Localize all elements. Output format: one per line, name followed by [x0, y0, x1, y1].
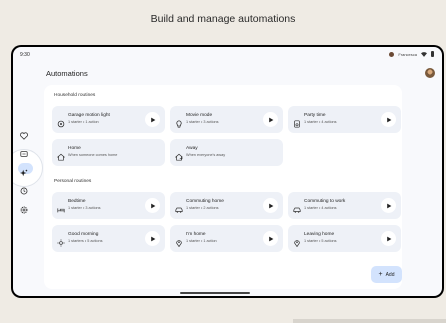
- routine-title: Leaving home: [304, 232, 335, 237]
- routine-card[interactable]: Bedtime 1 starter • 3 actions: [52, 192, 165, 219]
- routine-subtitle: When someone comes home: [68, 153, 118, 157]
- status-bar: 9:30 Francesca: [13, 47, 442, 61]
- routine-card[interactable]: Leaving home 1 starter • 5 actions: [288, 225, 401, 252]
- devices-icon: [20, 151, 28, 157]
- routine-title: Movie mode: [186, 113, 213, 118]
- routine-title: Garage motion light: [68, 113, 110, 118]
- routine-subtitle: 1 starter • 3 actions: [68, 206, 101, 210]
- routine-subtitle: 1 starter • 4 actions: [304, 120, 337, 124]
- location-icon: [175, 234, 183, 248]
- tablet-screen: 9:30 Francesca Automations Household rou…: [13, 47, 442, 296]
- routine-card[interactable]: I'm home 1 starter • 1 action: [170, 225, 283, 252]
- play-icon: [150, 236, 155, 241]
- play-icon: [386, 117, 391, 122]
- play-icon: [386, 236, 391, 241]
- routine-card[interactable]: Commuting home 1 starter • 2 actions: [170, 192, 283, 219]
- play-icon: [150, 117, 155, 122]
- routine-title: I'm home: [186, 232, 206, 237]
- routine-card[interactable]: Commuting to work 1 starter • 4 actions: [288, 192, 401, 219]
- routine-title: Bedtime: [68, 199, 86, 204]
- rail-activity[interactable]: [18, 185, 30, 197]
- run-routine-button[interactable]: [381, 198, 396, 213]
- status-user: Francesca: [398, 51, 417, 57]
- home-icon: [56, 148, 66, 161]
- user-chip-avatar: [389, 51, 395, 57]
- run-routine-button[interactable]: [263, 198, 278, 213]
- run-routine-button[interactable]: [381, 231, 396, 246]
- add-button-label: Add: [385, 271, 395, 278]
- run-routine-button[interactable]: [263, 231, 278, 246]
- play-icon: [386, 203, 391, 208]
- page-title: Automations: [46, 69, 88, 78]
- battery-icon: [431, 51, 434, 57]
- bottom-edge: [293, 319, 446, 323]
- headline: Build and manage automations: [150, 13, 296, 25]
- bed-icon: [57, 201, 65, 213]
- tablet-frame: 9:30 Francesca Automations Household rou…: [11, 45, 444, 298]
- run-routine-button[interactable]: [263, 112, 278, 127]
- run-routine-button[interactable]: [381, 112, 396, 127]
- status-icons: Francesca: [389, 51, 434, 57]
- wifi-icon: [421, 51, 427, 57]
- routine-subtitle: 1 starters • 5 actions: [68, 239, 103, 243]
- routine-card[interactable]: Movie mode 1 starter • 3 actions: [170, 106, 283, 133]
- routine-subtitle: 1 starter • 5 actions: [304, 239, 337, 243]
- away-icon: [174, 148, 184, 161]
- play-icon: [268, 236, 273, 241]
- motion-sensor-icon: [57, 115, 65, 128]
- lightbulb-icon: [175, 115, 183, 128]
- routine-title: Party time: [304, 113, 326, 118]
- gear-icon: [20, 206, 28, 214]
- sun-icon: [57, 234, 65, 247]
- avatar[interactable]: [425, 68, 435, 78]
- rail-favorites[interactable]: [18, 130, 30, 142]
- rail-devices[interactable]: [18, 148, 30, 160]
- run-routine-button[interactable]: [145, 112, 160, 127]
- sparkle-icon: [20, 169, 28, 177]
- play-icon: [268, 117, 273, 122]
- routine-subtitle: 1 starter • 2 actions: [186, 206, 219, 210]
- history-icon: [20, 187, 28, 195]
- section-title-personal: Personal routines: [54, 179, 92, 184]
- run-routine-button[interactable]: [145, 198, 160, 213]
- routine-subtitle: When everyone's away: [186, 153, 226, 157]
- routine-subtitle: 1 starter • 1 action: [186, 239, 217, 243]
- status-time: 9:30: [20, 52, 30, 58]
- routine-subtitle: 1 starter • 4 actions: [304, 206, 337, 210]
- routine-card[interactable]: Garage motion light 1 starter • 1 action: [52, 106, 165, 133]
- routine-title: Good morning: [68, 232, 99, 237]
- section-title-household: Household routines: [54, 93, 96, 98]
- routine-subtitle: 1 starter • 3 actions: [186, 120, 219, 124]
- speaker-icon: [293, 115, 301, 128]
- routine-title: Away: [186, 146, 198, 151]
- routine-title: Commuting to work: [304, 199, 346, 204]
- routine-subtitle: 1 starter • 1 action: [68, 120, 99, 124]
- routines-panel: Household routines Garage motion light 1…: [44, 85, 402, 289]
- rail-settings[interactable]: [18, 204, 30, 216]
- routine-card[interactable]: Away When everyone's away: [170, 139, 283, 166]
- routine-card[interactable]: Good morning 1 starters • 5 actions: [52, 225, 165, 252]
- plus-icon: +: [378, 271, 383, 278]
- routine-title: Commuting home: [186, 199, 224, 204]
- routine-card[interactable]: Home When someone comes home: [52, 139, 165, 166]
- play-icon: [268, 203, 273, 208]
- routine-title: Home: [68, 146, 81, 151]
- rail-automations[interactable]: [18, 167, 30, 179]
- car-icon: [175, 201, 183, 213]
- add-button[interactable]: + Add: [371, 266, 402, 283]
- run-routine-button[interactable]: [145, 231, 160, 246]
- car-icon: [293, 201, 301, 213]
- home-indicator[interactable]: [180, 292, 250, 294]
- heart-icon: [20, 132, 28, 140]
- routine-card[interactable]: Party time 1 starter • 4 actions: [288, 106, 401, 133]
- play-icon: [150, 203, 155, 208]
- location-icon: [293, 234, 301, 248]
